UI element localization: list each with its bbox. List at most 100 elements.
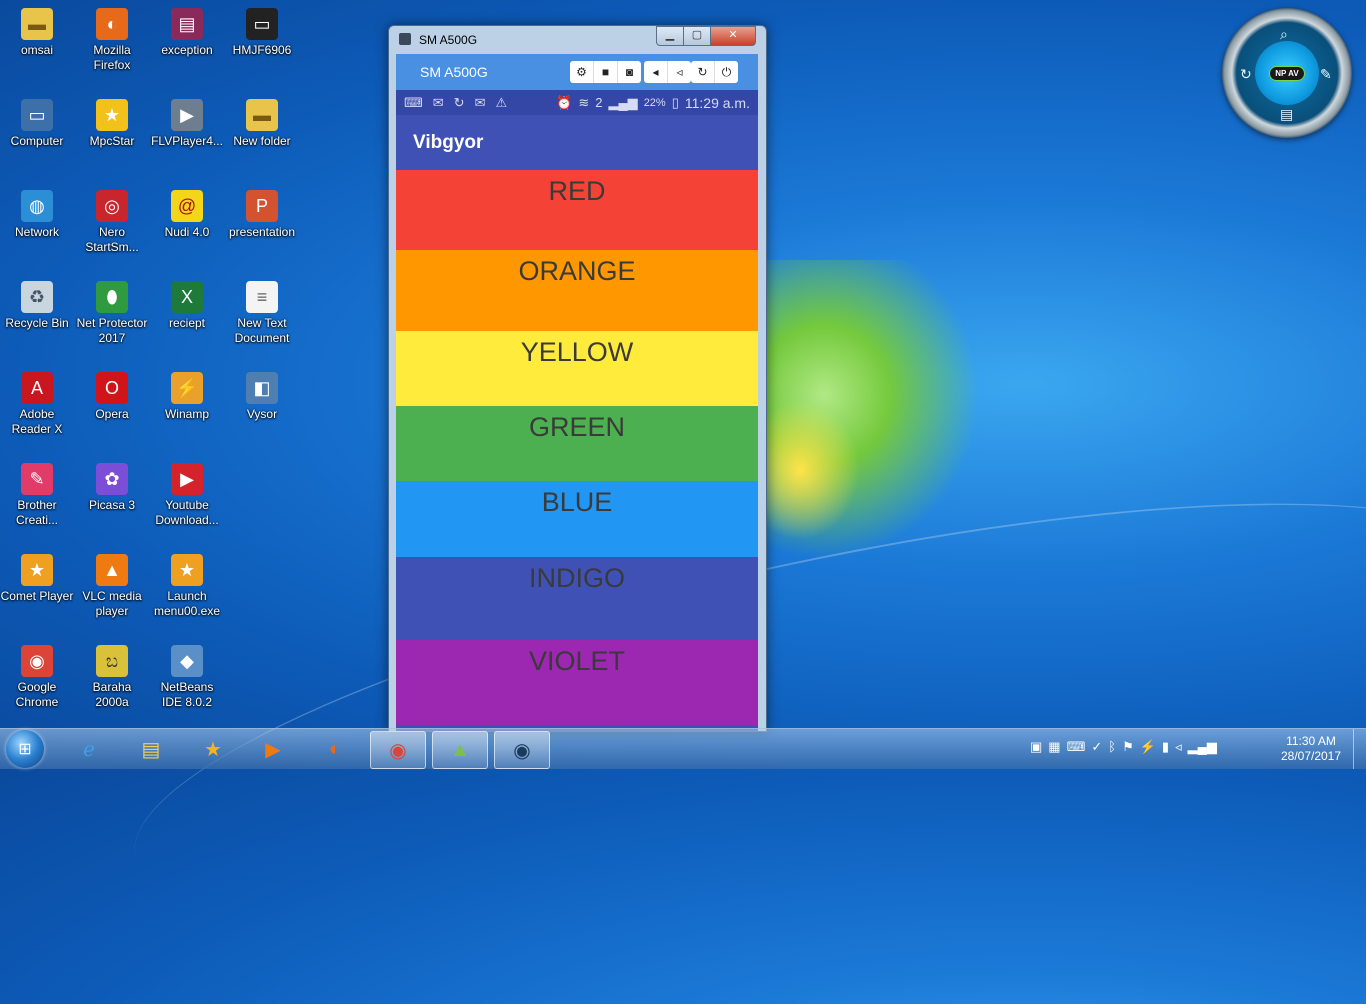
rotate-icon[interactable]: ↻	[691, 61, 715, 83]
desktop-icon-network[interactable]: ◍ Network	[0, 190, 74, 240]
color-band-indigo[interactable]: INDIGO	[396, 557, 758, 640]
desktop-icon-netbeans[interactable]: ◆ NetBeans IDE 8.0.2	[150, 645, 224, 710]
color-band-red[interactable]: RED	[396, 170, 758, 250]
maximize-button[interactable]: ▢	[683, 26, 711, 46]
report-icon[interactable]: ▤	[1280, 106, 1293, 123]
desktop-icon-label: Opera	[95, 407, 129, 421]
phone-screen[interactable]: ⌨ ✉ ↻ ✉ ⚠ ⏰ ≋ 2 ▂▄▆ 22% ▯ 11:29 a.m. Vib…	[396, 90, 758, 731]
baraha-icon: ಬ	[96, 645, 128, 677]
android-status-bar: ⌨ ✉ ↻ ✉ ⚠ ⏰ ≋ 2 ▂▄▆ 22% ▯ 11:29 a.m.	[396, 90, 758, 115]
tools-icon[interactable]: ✎	[1320, 66, 1332, 83]
desktop-icon-reciept[interactable]: X reciept	[150, 281, 224, 331]
close-button[interactable]: ✕	[710, 26, 756, 46]
desktop-icon-new-text-document[interactable]: ≡ New Text Document	[225, 281, 299, 346]
desktop-icon-label: VLC media player	[82, 589, 142, 618]
vysor-volume-group: ◂ ◃	[644, 61, 691, 83]
bluetooth-icon[interactable]: ᛒ	[1108, 739, 1116, 755]
status-time: 11:29 a.m.	[684, 94, 750, 111]
volume-icon[interactable]: ◃	[1175, 739, 1182, 755]
show-desktop-button[interactable]	[1353, 729, 1366, 769]
screenshot-icon[interactable]: ◙	[618, 61, 641, 83]
tray-keyboard-icon[interactable]: ⌨	[1067, 739, 1086, 755]
desktop-icon-youtube-downloader[interactable]: ▶ Youtube Download...	[150, 463, 224, 528]
desktop-icon-nudi[interactable]: @ Nudi 4.0	[150, 190, 224, 240]
taskbar-vysor[interactable]: ◉	[494, 731, 550, 769]
taskbar-media-player[interactable]: ▶	[246, 731, 300, 767]
desktop-icon-presentation[interactable]: P presentation	[225, 190, 299, 240]
sync-icon: ↻	[453, 94, 465, 110]
desktop-icon-label: FLVPlayer4...	[151, 134, 223, 148]
desktop-icon-launch-menu[interactable]: ★ Launch menu00.exe	[150, 554, 224, 619]
desktop-icon-picasa[interactable]: ✿ Picasa 3	[75, 463, 149, 513]
color-band-violet[interactable]: VIOLET	[396, 640, 758, 725]
tray-np-icon[interactable]: ✓	[1091, 739, 1102, 755]
network-signal-icon[interactable]: ▂▄▆	[1188, 739, 1217, 755]
action-center-flag-icon[interactable]: ⚑	[1122, 739, 1134, 755]
message-icon: ✉	[474, 94, 486, 110]
alarm-icon: ⏰	[556, 94, 573, 110]
battery-icon: ▯	[671, 94, 679, 110]
color-band-orange[interactable]: ORANGE	[396, 250, 758, 331]
desktop-icon-label: New Text Document	[234, 316, 290, 345]
desktop-icon-opera[interactable]: O Opera	[75, 372, 149, 422]
vysor-window[interactable]: SM A500G ▁ ▢ ✕ SM A500G ⚙ ■ ◙ ◂ ◃ ↻ ⏻ ⌨ …	[388, 25, 767, 732]
desktop-icon-comet-player[interactable]: ★ Comet Player	[0, 554, 74, 604]
taskbar-chrome[interactable]: ◉	[370, 731, 426, 769]
net-protector-gadget[interactable]: ⌕ ↻ ✎ ▤ NP AV	[1222, 8, 1352, 138]
powerpoint-icon: P	[246, 190, 278, 222]
taskbar-explorer[interactable]: ▤	[124, 731, 178, 767]
desktop-icon-mpcstar[interactable]: ★ MpcStar	[75, 99, 149, 149]
volume-up-icon[interactable]: ◃	[668, 61, 691, 83]
desktop-icon-recycle-bin[interactable]: ♻ Recycle Bin	[0, 281, 74, 331]
window-titlebar[interactable]: SM A500G ▁ ▢ ✕	[389, 26, 766, 54]
desktop-icon-computer[interactable]: ▭ Computer	[0, 99, 74, 149]
adobe-reader-icon: A	[21, 372, 53, 404]
desktop-icon-label: reciept	[168, 316, 206, 330]
folder-icon: ▬	[21, 8, 53, 40]
desktop-icon-exception[interactable]: ▤ exception	[150, 8, 224, 58]
volume-down-icon[interactable]: ◂	[644, 61, 668, 83]
desktop-icon-label: Net Protector 2017	[76, 316, 148, 345]
desktop-icon-baraha[interactable]: ಬ Baraha 2000a	[75, 645, 149, 710]
tray-app-icon[interactable]: ▣	[1030, 739, 1042, 755]
warning-icon: ⚠	[495, 94, 508, 110]
desktop-icon-firefox[interactable]: ◐ Mozilla Firefox	[75, 8, 149, 73]
opera-icon: O	[96, 372, 128, 404]
taskbar-firefox[interactable]: ◐	[308, 731, 362, 767]
power-icon[interactable]: ⏻	[715, 61, 738, 83]
start-button[interactable]: ⊞	[6, 730, 44, 768]
taskbar-comet-player[interactable]: ★	[186, 731, 240, 767]
desktop-icon-hmjf6906[interactable]: ▭ HMJF6906	[225, 8, 299, 58]
desktop-icon-label: HMJF6906	[232, 43, 292, 57]
desktop-icon-new-folder[interactable]: ▬ New folder	[225, 99, 299, 149]
tray-winamp-icon[interactable]: ⚡	[1140, 739, 1156, 755]
desktop-icon-label: MpcStar	[89, 134, 135, 148]
desktop-icon-winamp[interactable]: ⚡ Winamp	[150, 372, 224, 422]
desktop-icon-google-chrome[interactable]: ◉ Google Chrome	[0, 645, 74, 710]
text-document-icon: ≡	[246, 281, 278, 313]
desktop-icon-label: Winamp	[164, 407, 209, 421]
taskbar-ie[interactable]: ℯ	[62, 731, 116, 767]
desktop-icon-vlc[interactable]: ▲ VLC media player	[75, 554, 149, 619]
color-band-green[interactable]: GREEN	[396, 406, 758, 481]
desktop-icon-nero[interactable]: ◎ Nero StartSm...	[75, 190, 149, 255]
tray-java-icon[interactable]: ▦	[1048, 739, 1060, 755]
color-band-yellow[interactable]: YELLOW	[396, 331, 758, 406]
minimize-button[interactable]: ▁	[656, 26, 684, 46]
color-band-blue[interactable]: BLUE	[396, 481, 758, 557]
record-video-icon[interactable]: ■	[594, 61, 618, 83]
desktop-icon-brother[interactable]: ✎ Brother Creati...	[0, 463, 74, 528]
settings-icon[interactable]: ⚙	[570, 61, 594, 83]
nero-icon: ◎	[96, 190, 128, 222]
desktop-icon-adobe-reader[interactable]: A Adobe Reader X	[0, 372, 74, 437]
desktop-icon-vysor[interactable]: ◧ Vysor	[225, 372, 299, 422]
refresh-icon[interactable]: ↻	[1240, 66, 1252, 83]
gadget-core[interactable]: NP AV	[1255, 41, 1319, 105]
firefox-icon: ◐	[96, 8, 128, 40]
desktop-icon-flvplayer[interactable]: ▶ FLVPlayer4...	[150, 99, 224, 149]
desktop-icon-net-protector[interactable]: ⬮ Net Protector 2017	[75, 281, 149, 346]
battery-icon[interactable]: ▮	[1162, 739, 1169, 755]
taskbar-clock[interactable]: 11:30 AM 28/07/2017	[1276, 734, 1346, 764]
desktop-icon-omsai[interactable]: ▬ omsai	[0, 8, 74, 58]
taskbar-android-studio[interactable]: ▲	[432, 731, 488, 769]
